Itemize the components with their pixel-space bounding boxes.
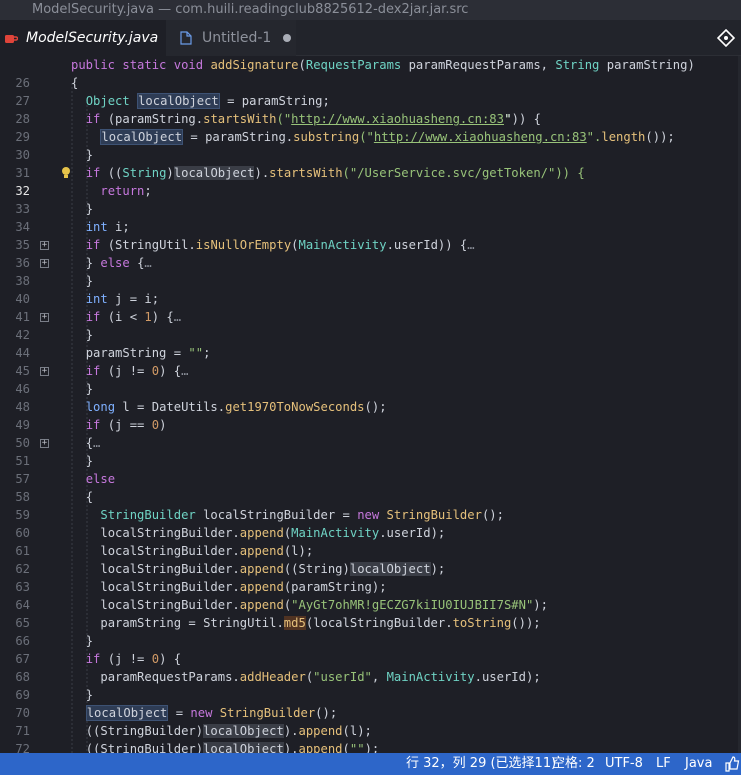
modified-dot-icon[interactable]	[283, 34, 292, 42]
code-line: 34 }	[15, 202, 94, 234]
code-line: 62 localStringBuilder.append(l);	[15, 544, 314, 576]
status-bar: 行 32，列 29 (已选择11) 空格: 2 UTF-8 LF Java	[0, 753, 741, 775]
code-line-current: 32 if ((String)localObject).startsWith("…	[15, 166, 585, 198]
code-line: 60 StringBuilder localStringBuilder = ne…	[15, 508, 504, 540]
code-line: 44 }	[15, 328, 94, 360]
code-line: 42 + if (i < 1) {…	[15, 310, 182, 342]
code-line: 65 localStringBuilder.append("AyGt7ohMR!…	[15, 598, 548, 630]
fold-expand-icon[interactable]: +	[40, 367, 49, 376]
code-line: 36 + if (StringUtil.isNullOrEmpty(MainAc…	[15, 238, 475, 270]
indent-setting[interactable]: 空格: 2	[552, 753, 595, 775]
java-coffee-icon	[4, 30, 18, 46]
file-icon	[178, 30, 194, 46]
code-line: 30 localObject = paramString.substring("…	[15, 129, 675, 162]
code-line: 71 localObject = new StringBuilder();	[15, 705, 338, 738]
code-line: 70 }	[15, 688, 94, 720]
code-line: 50 if (j == 0)	[15, 418, 167, 450]
code-line: 63 localStringBuilder.append((String)loc…	[15, 562, 446, 594]
code-editor[interactable]: 26 public static void addSignature(Reque…	[0, 56, 741, 753]
fold-expand-icon[interactable]: +	[40, 439, 49, 448]
code-line: 28 Object localObject = paramString;	[15, 93, 330, 126]
code-line: 73 ((StringBuilder)localObject).append("…	[0, 740, 741, 753]
code-line: 66 paramString = StringUtil.md5(localStr…	[15, 616, 541, 648]
source-control-icon[interactable]	[716, 28, 736, 48]
fold-expand-icon[interactable]: +	[40, 313, 49, 322]
code-line: 67 }	[15, 634, 94, 666]
code-line: 59 {	[15, 490, 94, 522]
code-line: 72 ((StringBuilder)localObject).append(l…	[15, 724, 372, 753]
code-line: 31 }	[15, 148, 94, 180]
tab-modelsecurity[interactable]: ModelSecurity.java ×	[0, 20, 180, 56]
code-line: 61 localStringBuilder.append(MainActivit…	[15, 526, 446, 558]
code-line: 68 if (j != 0) {	[15, 652, 182, 684]
code-line: 64 localStringBuilder.append(paramString…	[15, 580, 387, 612]
tab-untitled[interactable]: Untitled-1	[166, 20, 296, 56]
code-line: 69 paramRequestParams.addHeader("userId"…	[15, 670, 541, 702]
code-line: 58 else	[15, 472, 116, 504]
tab-bar: ModelSecurity.java × Untitled-1	[0, 20, 741, 56]
code-line: 46 + if (j != 0) {…	[15, 364, 189, 396]
code-line: 45 paramString = "";	[15, 346, 211, 378]
code-line: 26 public static void addSignature(Reque…	[15, 58, 695, 90]
line-ending[interactable]: LF	[656, 753, 671, 775]
code-line: 29 if (paramString.startsWith("http://ww…	[15, 112, 541, 144]
code-line: 35 int i;	[15, 220, 130, 252]
tab-label: Untitled-1	[202, 30, 272, 46]
code-line: 40 }	[15, 274, 94, 306]
window-title: ModelSecurity.java — com.huili.readingcl…	[0, 0, 741, 20]
fold-expand-icon[interactable]: +	[40, 259, 49, 268]
code-line: 48 }	[15, 382, 94, 414]
encoding[interactable]: UTF-8	[605, 753, 643, 775]
feedback-thumbs-up-icon[interactable]	[724, 756, 740, 775]
fold-expand-icon[interactable]: +	[40, 241, 49, 250]
code-line: 57 }	[15, 454, 94, 486]
code-line: 51 + {…	[15, 436, 101, 468]
cursor-position[interactable]: 行 32，列 29 (已选择11)	[406, 753, 556, 775]
code-line: 33 return;	[15, 184, 152, 216]
code-line: 27{	[15, 76, 79, 108]
code-line: 41 int j = i;	[15, 292, 160, 324]
code-line: 38 + } else {…	[15, 256, 152, 288]
tab-label: ModelSecurity.java	[26, 30, 159, 46]
language-mode[interactable]: Java	[685, 753, 712, 775]
code-line: 49 long l = DateUtils.get1970ToNowSecond…	[15, 400, 387, 432]
